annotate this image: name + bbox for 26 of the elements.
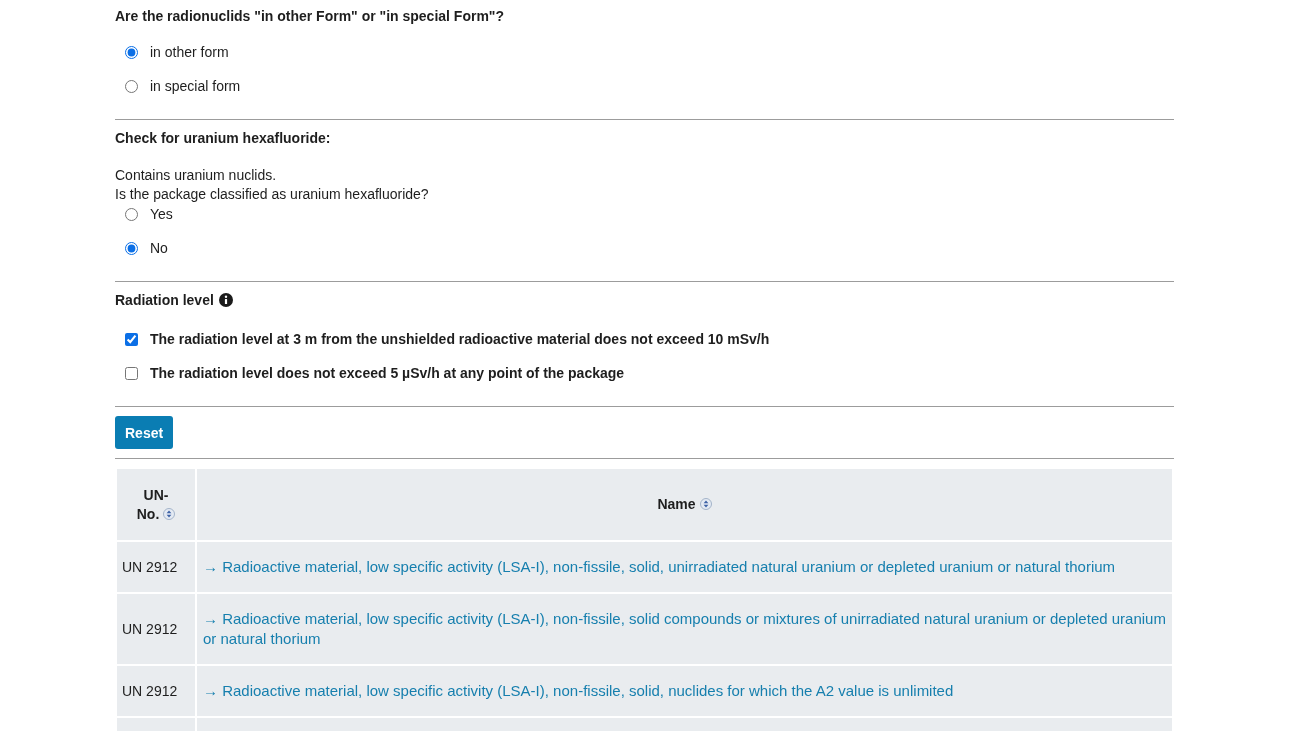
column-header[interactable]: UN-No. <box>117 469 195 540</box>
option-label[interactable]: The radiation level does not exceed 5 µSv/h at any point of the package <box>150 363 625 383</box>
radio-button[interactable] <box>125 207 138 221</box>
reset-button[interactable]: Reset <box>115 416 174 449</box>
radio-button[interactable] <box>125 45 138 59</box>
radio-button[interactable] <box>125 79 138 93</box>
option-label[interactable]: in special form <box>150 76 241 96</box>
radio-button[interactable] <box>125 241 138 255</box>
info-icon[interactable] <box>218 293 233 307</box>
table-cell: UN 2912 <box>117 594 195 664</box>
checkbox[interactable] <box>125 366 138 380</box>
section-heading: Check for uranium hexafluoride: <box>115 129 331 148</box>
question-text: Is the package classified as uranium hexafluoride? <box>115 185 429 204</box>
table-cell: UN 2912 <box>117 542 195 592</box>
option-label[interactable]: in other form <box>150 42 229 62</box>
column-header[interactable]: Name <box>197 469 1172 540</box>
option-label[interactable]: The radiation level at 3 m from the unshielded radioactive material does not exceed 10 mSv/h <box>150 329 770 349</box>
option-label[interactable]: No <box>150 238 168 258</box>
question-text: Contains uranium nuclids. <box>115 166 277 185</box>
option-label[interactable]: Yes <box>150 204 173 224</box>
section-heading: Are the radionuclids "in other Form" or "in special Form"? <box>115 7 505 26</box>
section-heading: Radiation level <box>115 291 214 310</box>
table-cell: UN 2912 <box>117 666 195 716</box>
checkbox[interactable] <box>125 332 138 346</box>
sort-icon[interactable] <box>163 507 176 520</box>
sort-icon[interactable] <box>699 498 712 510</box>
